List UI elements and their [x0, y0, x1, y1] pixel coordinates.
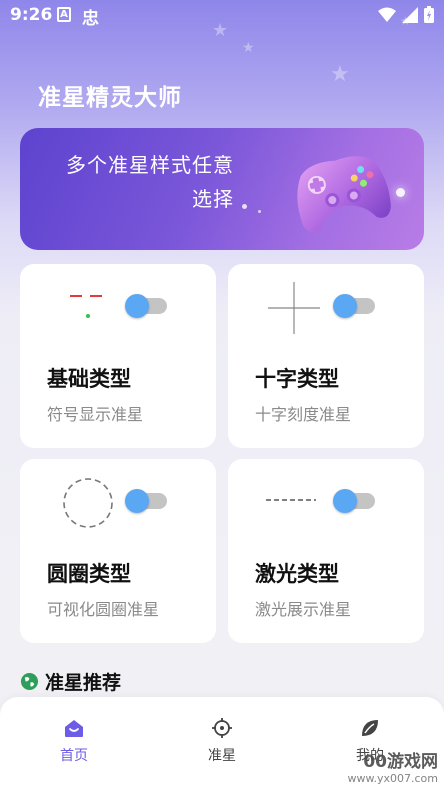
watermark-url: www.yx007.com [347, 772, 438, 785]
card-circle-type[interactable]: 圆圈类型 可视化圆圈准星 [20, 459, 216, 643]
bottom-nav: 首页 准星 我的 00游戏网 www.yx007.com [0, 697, 444, 789]
card-subtitle: 可视化圆圈准星 [47, 600, 160, 619]
card-title: 十字类型 [255, 367, 339, 391]
sparkle-decoration [242, 204, 247, 209]
leaf-icon [362, 720, 378, 736]
sparkle-decoration [258, 210, 261, 213]
notification-a-icon: A [57, 7, 71, 22]
sparkle-decoration [396, 188, 405, 197]
home-icon [65, 720, 83, 737]
nav-label: 准星 [208, 748, 236, 764]
card-laser-type[interactable]: 激光类型 激光展示准星 [228, 459, 424, 643]
circle-type-toggle[interactable] [125, 489, 167, 513]
cross-type-toggle[interactable] [333, 294, 375, 318]
section-title: 准星推荐 [45, 672, 122, 694]
laser-crosshair-preview [266, 499, 316, 501]
wifi-icon [378, 7, 396, 22]
status-bar: 9:26 A 忠 [0, 0, 444, 30]
app-title: 准星精灵大师 [38, 85, 182, 111]
laser-type-toggle[interactable] [333, 489, 375, 513]
star-decoration: ★ [242, 40, 255, 56]
gamepad-icon [297, 156, 391, 233]
card-title: 圆圈类型 [47, 562, 131, 586]
cross-crosshair-preview [268, 282, 320, 334]
card-title: 基础类型 [47, 367, 131, 391]
notification-app-icon: 忠 [82, 9, 99, 29]
battery-icon [424, 6, 434, 23]
card-subtitle: 符号显示准星 [47, 405, 144, 424]
card-subtitle: 十字刻度准星 [255, 405, 352, 424]
basic-crosshair-preview [70, 295, 102, 318]
signal-icon [402, 6, 418, 23]
crosshair-icon [212, 718, 232, 738]
watermark: 00游戏网 www.yx007.com [348, 747, 438, 785]
card-basic-type[interactable]: 基础类型 符号显示准星 [20, 264, 216, 448]
toggle-thumb [333, 294, 357, 318]
watermark-title: 00游戏网 [363, 752, 438, 772]
toggle-thumb [333, 489, 357, 513]
nav-crosshair[interactable]: 准星 [182, 717, 262, 765]
banner-text: 多个准星样式任意选择 [66, 153, 234, 211]
promo-banner[interactable]: 多个准星样式任意选择 [20, 128, 424, 250]
star-decoration: ★ [330, 62, 350, 87]
toggle-thumb [125, 294, 149, 318]
card-title: 激光类型 [255, 562, 339, 586]
nav-label: 首页 [60, 748, 88, 764]
card-cross-type[interactable]: 十字类型 十字刻度准星 [228, 264, 424, 448]
nav-home[interactable]: 首页 [34, 717, 114, 765]
status-time: 9:26 [10, 5, 53, 25]
globe-icon [20, 672, 39, 691]
basic-type-toggle[interactable] [125, 294, 167, 318]
status-icons [378, 6, 434, 23]
toggle-thumb [125, 489, 149, 513]
circle-crosshair-preview [63, 478, 113, 528]
card-subtitle: 激光展示准星 [255, 600, 352, 619]
section-recommend: 准星推荐 [20, 668, 121, 695]
